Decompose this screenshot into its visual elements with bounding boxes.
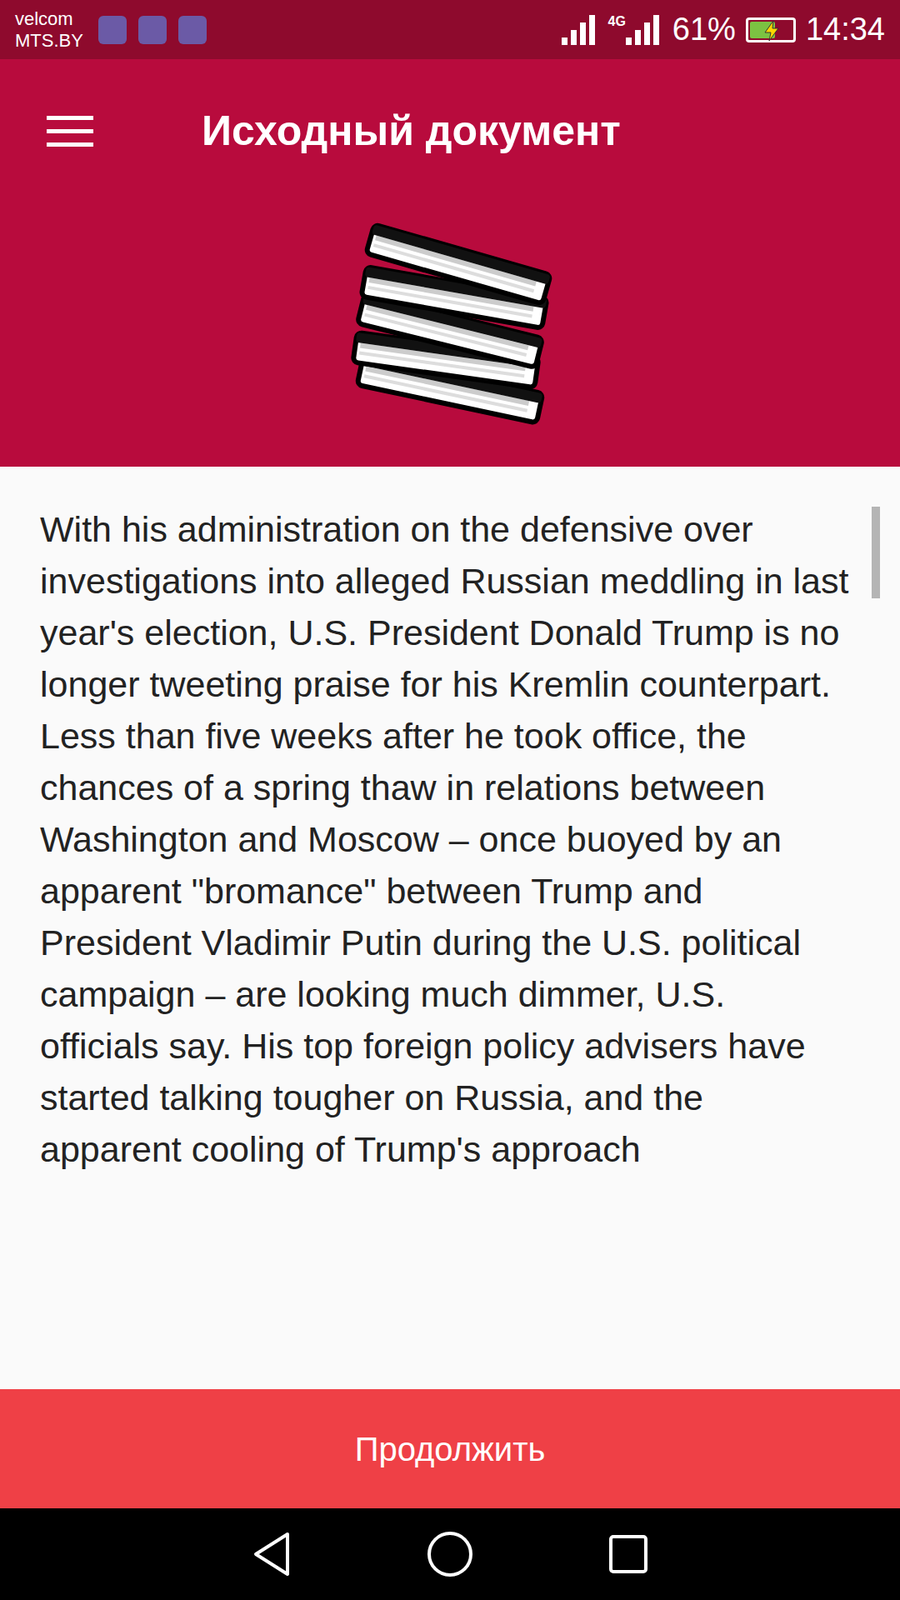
network-type: 4G xyxy=(608,15,626,29)
battery-icon xyxy=(745,17,796,43)
heart-monitor-icon xyxy=(98,15,127,45)
usb-icon xyxy=(138,15,167,45)
document-area[interactable]: With his administration on the defensive… xyxy=(0,466,900,1390)
image-icon xyxy=(178,15,207,45)
navigation-bar xyxy=(0,1508,900,1600)
battery-percent: 61% xyxy=(672,5,736,54)
back-icon[interactable] xyxy=(250,1530,293,1578)
app-screen: velcomMTS.BY 4G 61% 14:34 Исходный документ W… xyxy=(0,0,900,1600)
signal-icon xyxy=(561,15,599,45)
carrier-names: velcomMTS.BY xyxy=(15,8,84,52)
status-bar: velcomMTS.BY 4G 61% 14:34 xyxy=(0,0,900,60)
continue-button[interactable]: Продолжить xyxy=(0,1389,900,1509)
recents-icon[interactable] xyxy=(607,1533,650,1575)
signal-icon xyxy=(625,15,663,45)
clock: 14:34 xyxy=(805,5,885,54)
menu-icon[interactable] xyxy=(46,114,94,148)
books-icon xyxy=(325,210,575,427)
header-title: Исходный документ xyxy=(201,100,621,163)
scrollbar-thumb[interactable] xyxy=(871,506,880,1340)
app-header: Исходный документ xyxy=(0,59,900,467)
document-text: With his administration on the defensive… xyxy=(0,466,900,1390)
home-icon[interactable] xyxy=(425,1530,475,1579)
